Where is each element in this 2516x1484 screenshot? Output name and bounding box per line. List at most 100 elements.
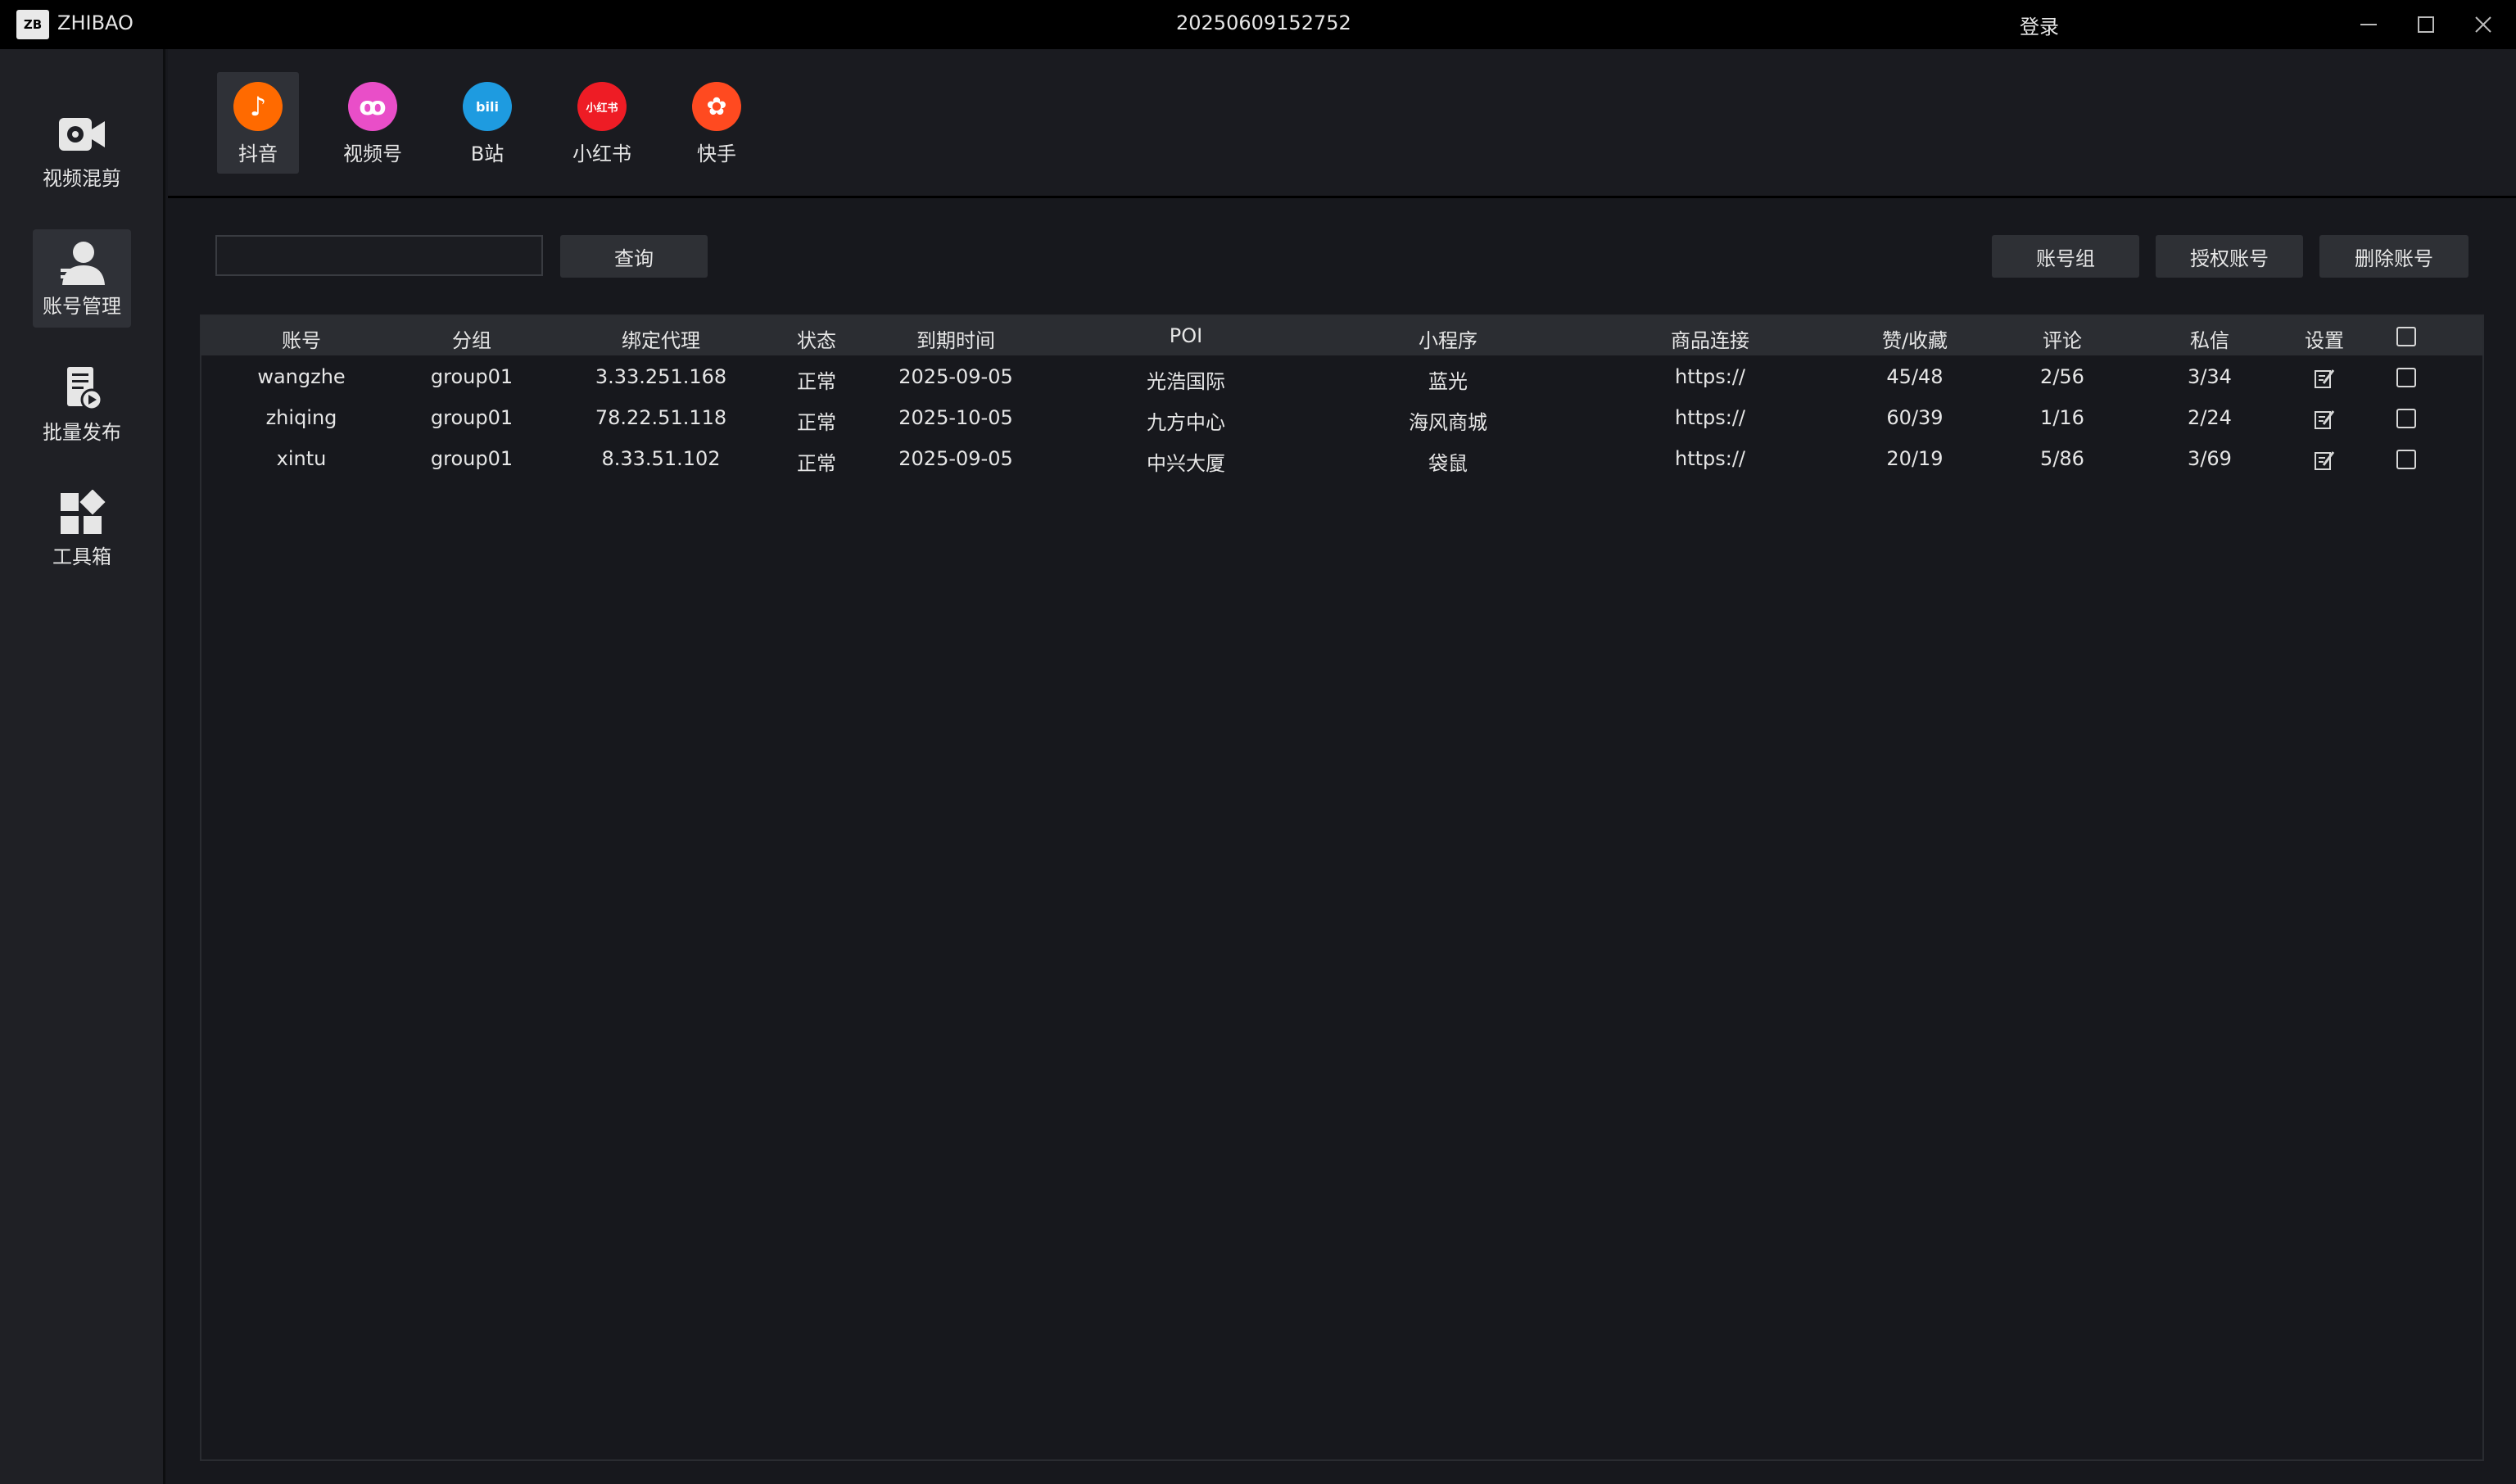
platform-label: B站	[470, 143, 505, 165]
cell-proxy: 3.33.251.168	[595, 365, 727, 388]
cell-proxy: 8.33.51.102	[601, 447, 721, 470]
table-row[interactable]: wangzhe group01 3.33.251.168 正常 2025-09-…	[201, 357, 2482, 398]
xiaohongshu-icon: 小红书	[577, 82, 627, 131]
cell-expiry: 2025-09-05	[898, 447, 1013, 470]
edit-icon[interactable]	[2313, 449, 2336, 472]
platform-label: 小红书	[572, 143, 631, 165]
edit-icon[interactable]	[2313, 408, 2336, 431]
cell-comments: 1/16	[2040, 406, 2084, 429]
cell-likes-favs: 20/19	[1886, 447, 1944, 470]
platform-tab-shipinhao[interactable]: ꝏ 视频号	[332, 72, 414, 174]
close-button[interactable]	[2459, 0, 2508, 49]
cell-group: group01	[430, 406, 514, 429]
column-header: 分组	[452, 329, 491, 352]
cell-account: wangzhe	[257, 365, 346, 388]
cell-group: group01	[430, 365, 514, 388]
video-edit-icon	[59, 117, 105, 151]
maximize-button[interactable]	[2401, 0, 2450, 49]
cell-group: group01	[430, 447, 514, 470]
batch-publish-icon	[67, 366, 103, 410]
cell-comments: 2/56	[2040, 365, 2084, 388]
cell-poi: 光浩国际	[1147, 370, 1225, 393]
user-icon	[61, 241, 105, 285]
authorize-account-button[interactable]: 授权账号	[2156, 235, 2303, 278]
column-header: 评论	[2043, 329, 2082, 352]
cell-mini-program: 袋鼠	[1428, 452, 1468, 475]
sidebar: 视频混剪 账号管理 批量发布 工具箱	[0, 49, 165, 1484]
edit-icon[interactable]	[2313, 367, 2336, 390]
platform-bar: ♪ 抖音 ꝏ 视频号 bili B站 小红书 小红书 ✿ 快手	[168, 49, 2516, 198]
table-row[interactable]: xintu group01 8.33.51.102 正常 2025-09-05 …	[201, 439, 2482, 480]
cell-account: zhiqing	[265, 406, 337, 429]
sidebar-item-label: 批量发布	[43, 420, 121, 444]
cell-comments: 5/86	[2040, 447, 2084, 470]
platform-label: 抖音	[238, 143, 278, 165]
search-input[interactable]	[215, 235, 543, 276]
login-link[interactable]: 登录	[2020, 11, 2059, 39]
column-header: 设置	[2305, 329, 2344, 352]
row-checkbox[interactable]	[2396, 409, 2416, 428]
platform-tab-bilibili[interactable]: bili B站	[446, 72, 528, 174]
platform-tab-douyin[interactable]: ♪ 抖音	[217, 72, 299, 174]
bilibili-icon: bili	[463, 82, 512, 131]
cell-messages: 2/24	[2188, 406, 2232, 429]
column-header: 商品连接	[1671, 329, 1749, 352]
cell-account: xintu	[276, 447, 327, 470]
cell-likes-favs: 45/48	[1886, 365, 1944, 388]
minimize-button[interactable]	[2344, 0, 2393, 49]
cell-proxy: 78.22.51.118	[595, 406, 727, 429]
cell-poi: 九方中心	[1147, 411, 1225, 434]
sidebar-item-label: 视频混剪	[43, 166, 121, 190]
cell-likes-favs: 60/39	[1886, 406, 1944, 429]
select-all-checkbox[interactable]	[2396, 327, 2416, 346]
cell-product-link[interactable]: https://	[1675, 365, 1745, 388]
sidebar-item-video-edit[interactable]: 视频混剪	[33, 102, 131, 200]
app-logo-text: ZB	[23, 17, 43, 32]
platform-label: 视频号	[343, 143, 402, 165]
column-header: 账号	[282, 329, 321, 352]
douyin-icon: ♪	[233, 82, 283, 131]
toolbox-icon	[61, 489, 106, 534]
platform-tab-xiaohongshu[interactable]: 小红书 小红书	[561, 72, 643, 174]
cell-product-link[interactable]: https://	[1675, 406, 1745, 429]
cell-expiry: 2025-10-05	[898, 406, 1013, 429]
minimize-icon	[2360, 24, 2377, 25]
sidebar-item-batch-publish[interactable]: 批量发布	[33, 355, 131, 454]
column-header: 小程序	[1419, 329, 1477, 352]
cell-messages: 3/34	[2188, 365, 2232, 388]
platform-label: 快手	[697, 143, 736, 165]
title-bar: ZB ZHIBAO 20250609152752 登录	[0, 0, 2516, 49]
close-icon	[2475, 16, 2491, 33]
account-group-button[interactable]: 账号组	[1992, 235, 2139, 278]
platform-tab-kuaishou[interactable]: ✿ 快手	[676, 72, 758, 174]
query-button[interactable]: 查询	[560, 235, 708, 278]
app-name: ZHIBAO	[57, 11, 133, 34]
column-header: 绑定代理	[622, 329, 700, 352]
cell-status: 正常	[797, 411, 836, 434]
row-checkbox[interactable]	[2396, 368, 2416, 387]
cell-mini-program: 海风商城	[1409, 411, 1487, 434]
sidebar-item-account[interactable]: 账号管理	[33, 229, 131, 328]
cell-poi: 中兴大厦	[1147, 452, 1225, 475]
column-header: POI	[1169, 324, 1203, 347]
sidebar-item-toolbox[interactable]: 工具箱	[33, 480, 131, 578]
sidebar-item-label: 账号管理	[43, 294, 121, 318]
cell-messages: 3/69	[2188, 447, 2232, 470]
accounts-table: 账号 分组 绑定代理 状态 到期时间 POI 小程序 商品连接 赞/收藏 评论 …	[200, 314, 2484, 1461]
table-row[interactable]: zhiqing group01 78.22.51.118 正常 2025-10-…	[201, 398, 2482, 439]
cell-status: 正常	[797, 370, 836, 393]
row-checkbox[interactable]	[2396, 450, 2416, 469]
window-title: 20250609152752	[1176, 11, 1351, 34]
kuaishou-icon: ✿	[692, 82, 741, 131]
shipinhao-icon: ꝏ	[348, 82, 397, 131]
cell-mini-program: 蓝光	[1428, 370, 1468, 393]
app-logo: ZB	[16, 10, 49, 39]
table-header: 账号 分组 绑定代理 状态 到期时间 POI 小程序 商品连接 赞/收藏 评论 …	[201, 316, 2482, 355]
cell-status: 正常	[797, 452, 836, 475]
column-header: 赞/收藏	[1881, 329, 1948, 352]
column-header: 状态	[797, 329, 836, 352]
column-header: 到期时间	[916, 329, 995, 352]
maximize-icon	[2418, 16, 2434, 33]
cell-product-link[interactable]: https://	[1675, 447, 1745, 470]
delete-account-button[interactable]: 删除账号	[2319, 235, 2468, 278]
